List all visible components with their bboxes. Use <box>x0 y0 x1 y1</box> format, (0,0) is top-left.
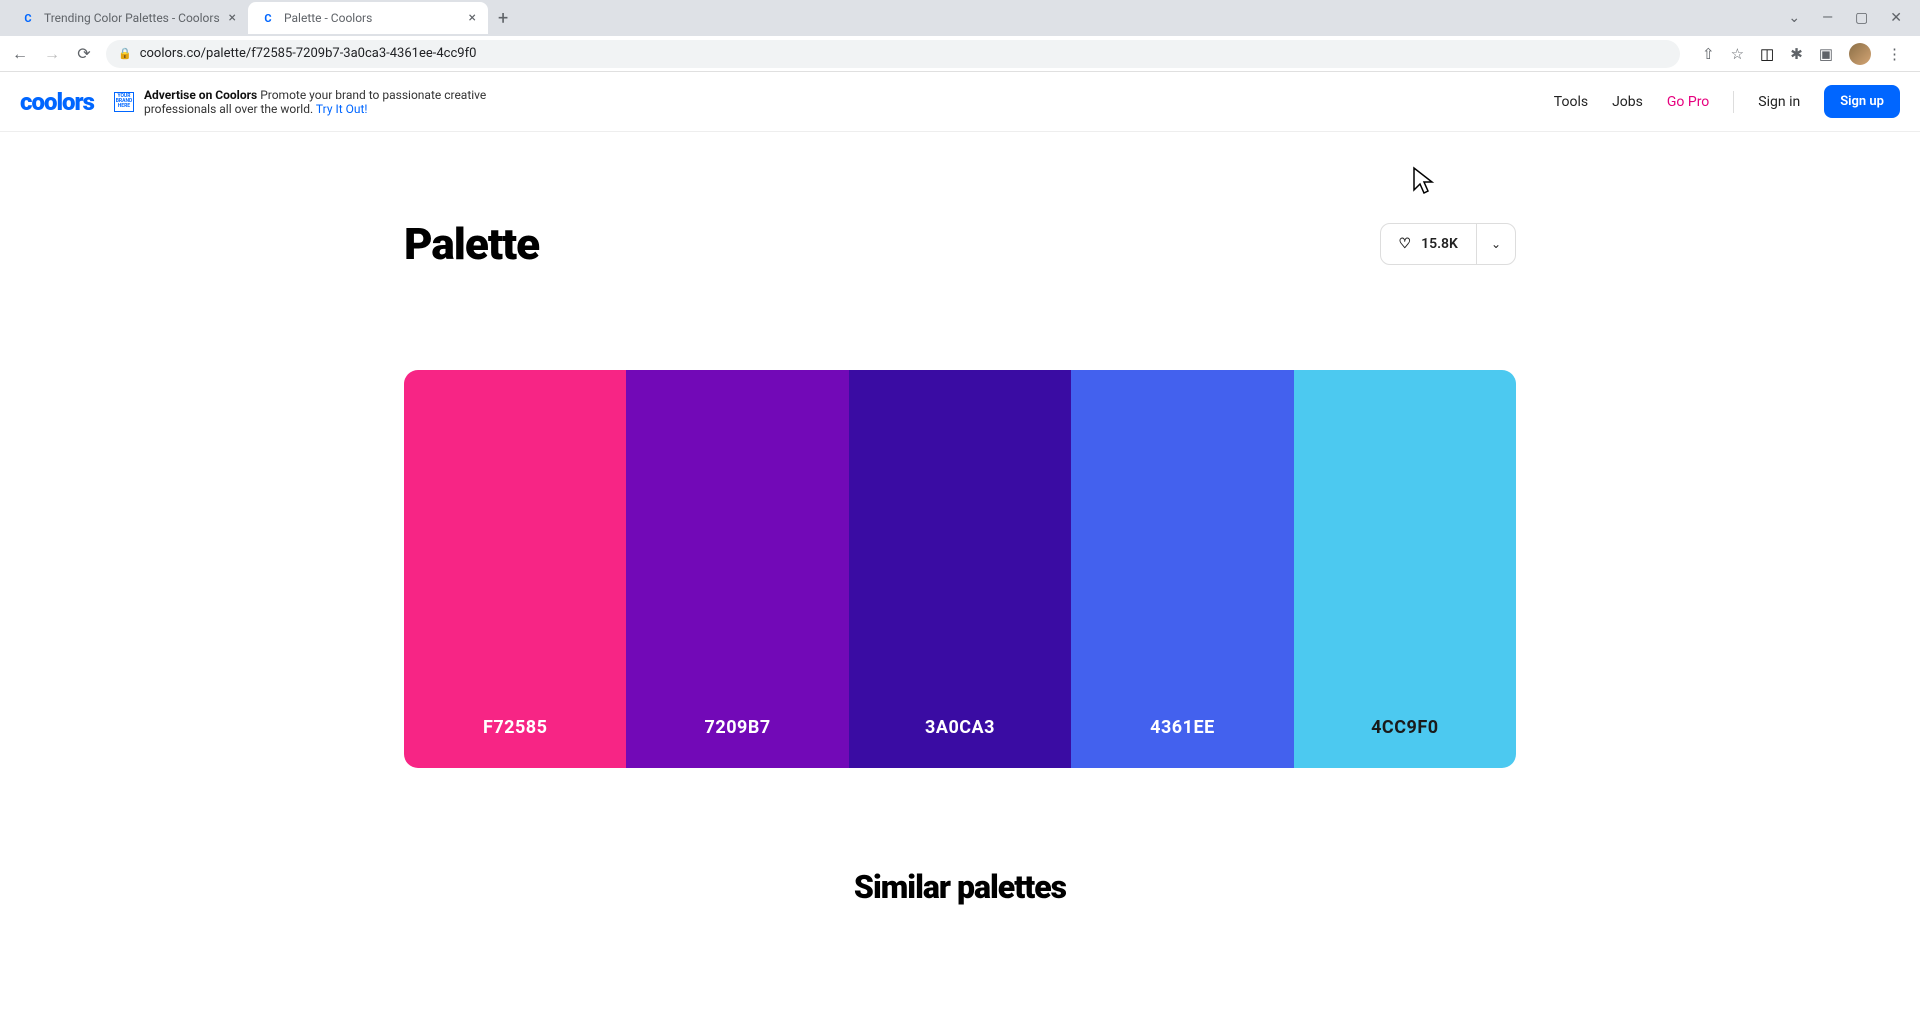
nav-right: Tools Jobs Go Pro Sign in Sign up <box>1554 85 1900 118</box>
nav-jobs[interactable]: Jobs <box>1612 94 1643 110</box>
tab-title: Trending Color Palettes - Coolors <box>44 11 221 25</box>
swatch-code: F72585 <box>483 717 548 738</box>
advert-brand-icon: YOUR BRAND HERE <box>114 92 134 112</box>
swatch-code: 4CC9F0 <box>1371 717 1438 738</box>
back-button[interactable]: ← <box>10 44 30 64</box>
chevron-down-icon[interactable]: ⌄ <box>1788 10 1800 26</box>
like-button[interactable]: ♡ 15.8K <box>1381 224 1476 264</box>
advert-cta[interactable]: Try It Out! <box>316 102 368 116</box>
swatch-1[interactable]: 7209B7 <box>626 370 848 768</box>
swatch-2[interactable]: 3A0CA3 <box>849 370 1071 768</box>
tab-1[interactable]: C Palette - Coolors × <box>248 2 488 34</box>
new-tab-button[interactable]: + <box>488 8 518 29</box>
swatch-0[interactable]: F72585 <box>404 370 626 768</box>
swatch-code: 4361EE <box>1150 717 1215 738</box>
close-icon[interactable]: × <box>469 10 476 26</box>
extension-color-icon[interactable]: ◫ <box>1760 45 1774 63</box>
maximize-icon[interactable]: ▢ <box>1855 10 1868 26</box>
profile-avatar-icon[interactable] <box>1849 43 1871 65</box>
url-text: coolors.co/palette/f72585-7209b7-3a0ca3-… <box>140 46 477 61</box>
browser-chrome: C Trending Color Palettes - Coolors × C … <box>0 0 1920 72</box>
tab-bar: C Trending Color Palettes - Coolors × C … <box>0 0 1920 36</box>
nav-signin[interactable]: Sign in <box>1758 94 1800 110</box>
reload-button[interactable]: ⟳ <box>74 44 94 63</box>
like-count: 15.8K <box>1421 236 1458 252</box>
signup-button[interactable]: Sign up <box>1824 85 1900 118</box>
similar-palettes-title: Similar palettes <box>0 868 1920 906</box>
share-icon[interactable]: ⇧ <box>1702 45 1715 63</box>
page-head-row: Palette ♡ 15.8K ⌄ <box>404 218 1516 270</box>
extension-icons: ⇧ ☆ ◫ ✱ ▣ ⋮ <box>1702 43 1910 65</box>
tab-title: Palette - Coolors <box>284 11 461 25</box>
favicon-icon: C <box>260 10 276 26</box>
nav-tools[interactable]: Tools <box>1554 94 1588 110</box>
close-window-icon[interactable]: ✕ <box>1890 10 1902 26</box>
main: Palette ♡ 15.8K ⌄ F72585 7209B7 3A0CA3 4… <box>0 218 1920 906</box>
lock-icon: 🔒 <box>118 47 132 60</box>
swatch-code: 7209B7 <box>705 717 771 738</box>
swatch-code: 3A0CA3 <box>925 717 995 738</box>
swatch-4[interactable]: 4CC9F0 <box>1294 370 1516 768</box>
like-dropdown-button[interactable]: ⌄ <box>1476 224 1515 264</box>
logo[interactable]: coolors <box>20 88 94 116</box>
forward-button[interactable]: → <box>42 44 62 64</box>
sidepanel-icon[interactable]: ▣ <box>1819 45 1833 63</box>
like-control: ♡ 15.8K ⌄ <box>1380 223 1516 265</box>
page-title: Palette <box>404 218 539 270</box>
palette-strip: F72585 7209B7 3A0CA3 4361EE 4CC9F0 <box>404 370 1516 768</box>
advert-title: Advertise on Coolors <box>144 88 257 102</box>
url-input[interactable]: 🔒 coolors.co/palette/f72585-7209b7-3a0ca… <box>106 40 1680 68</box>
cursor-icon <box>1412 166 1436 200</box>
nav-gopro[interactable]: Go Pro <box>1667 94 1709 110</box>
advert-text: Advertise on Coolors Promote your brand … <box>144 88 534 116</box>
puzzle-icon[interactable]: ✱ <box>1790 45 1803 63</box>
kebab-menu-icon[interactable]: ⋮ <box>1887 45 1902 63</box>
site-header: coolors YOUR BRAND HERE Advertise on Coo… <box>0 72 1920 132</box>
minimize-icon[interactable]: ― <box>1822 10 1833 26</box>
tab-0[interactable]: C Trending Color Palettes - Coolors × <box>8 2 248 34</box>
advert-box[interactable]: YOUR BRAND HERE Advertise on Coolors Pro… <box>114 88 534 116</box>
chevron-down-icon: ⌄ <box>1491 237 1501 251</box>
swatch-3[interactable]: 4361EE <box>1071 370 1293 768</box>
window-controls: ⌄ ― ▢ ✕ <box>1788 10 1920 26</box>
close-icon[interactable]: × <box>229 10 236 26</box>
favicon-icon: C <box>20 10 36 26</box>
nav-divider <box>1733 91 1734 113</box>
address-bar: ← → ⟳ 🔒 coolors.co/palette/f72585-7209b7… <box>0 36 1920 72</box>
heart-icon: ♡ <box>1399 236 1412 252</box>
star-icon[interactable]: ☆ <box>1731 45 1744 63</box>
